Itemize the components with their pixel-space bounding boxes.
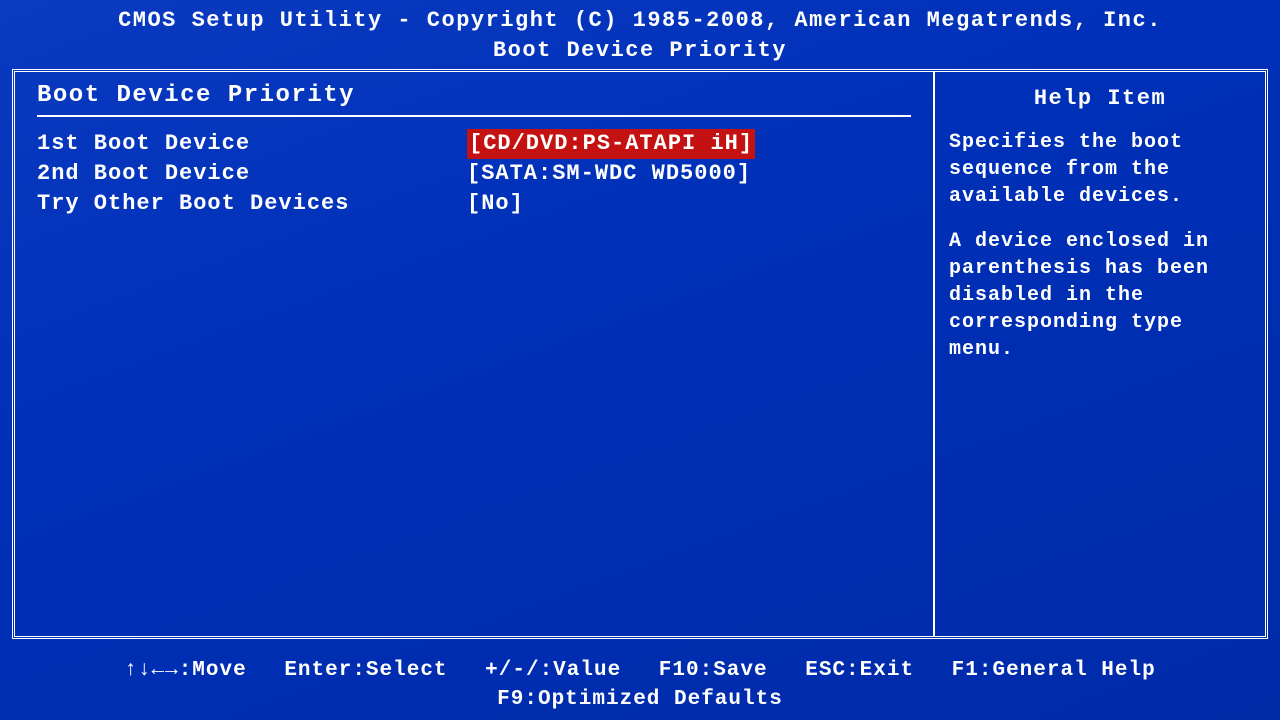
key-legend: ↑↓←→:Move Enter:Select +/-/:Value F10:Sa… xyxy=(0,651,1280,720)
help-paragraph: A device enclosed in parenthesis has bee… xyxy=(949,228,1251,363)
bios-frame: Boot Device Priority 1st Boot Device CD/… xyxy=(12,69,1268,639)
key-save: F10:Save xyxy=(659,657,768,685)
options-list: 1st Boot Device CD/DVD:PS-ATAPI iH 2nd B… xyxy=(37,129,911,218)
key-move: ↑↓←→:Move xyxy=(124,657,246,685)
option-value: No xyxy=(467,189,911,219)
key-value: +/-/:Value xyxy=(485,657,621,685)
header-subtitle: Boot Device Priority xyxy=(8,36,1272,66)
key-legend-line-1: ↑↓←→:Move Enter:Select +/-/:Value F10:Sa… xyxy=(0,657,1280,685)
option-value: SATA:SM-WDC WD5000 xyxy=(467,159,911,189)
section-title: Boot Device Priority xyxy=(37,82,911,115)
option-1st-boot-device[interactable]: 1st Boot Device CD/DVD:PS-ATAPI iH xyxy=(37,129,911,159)
bios-header: CMOS Setup Utility - Copyright (C) 1985-… xyxy=(8,4,1272,69)
key-exit: ESC:Exit xyxy=(805,657,914,685)
option-value-text: CD/DVD:PS-ATAPI iH xyxy=(467,129,755,159)
help-title: Help Item xyxy=(949,82,1251,129)
help-pane: Help Item Specifies the boot sequence fr… xyxy=(935,72,1265,636)
header-title: CMOS Setup Utility - Copyright (C) 1985-… xyxy=(8,6,1272,36)
option-value: CD/DVD:PS-ATAPI iH xyxy=(467,129,911,159)
section-rule xyxy=(37,115,911,117)
option-label: 1st Boot Device xyxy=(37,129,467,159)
option-label: 2nd Boot Device xyxy=(37,159,467,189)
option-value-text: No xyxy=(467,191,524,216)
options-pane: Boot Device Priority 1st Boot Device CD/… xyxy=(15,72,935,636)
help-body: Specifies the boot sequence from the ava… xyxy=(949,129,1251,363)
help-paragraph: Specifies the boot sequence from the ava… xyxy=(949,129,1251,210)
key-legend-line-2: F9:Optimized Defaults xyxy=(0,686,1280,714)
bios-screen: CMOS Setup Utility - Copyright (C) 1985-… xyxy=(0,0,1280,720)
key-select: Enter:Select xyxy=(284,657,447,685)
option-value-text: SATA:SM-WDC WD5000 xyxy=(467,161,751,186)
key-help: F1:General Help xyxy=(952,657,1156,685)
key-defaults: F9:Optimized Defaults xyxy=(497,686,783,714)
option-label: Try Other Boot Devices xyxy=(37,189,467,219)
option-2nd-boot-device[interactable]: 2nd Boot Device SATA:SM-WDC WD5000 xyxy=(37,159,911,189)
option-try-other-boot-devices[interactable]: Try Other Boot Devices No xyxy=(37,189,911,219)
